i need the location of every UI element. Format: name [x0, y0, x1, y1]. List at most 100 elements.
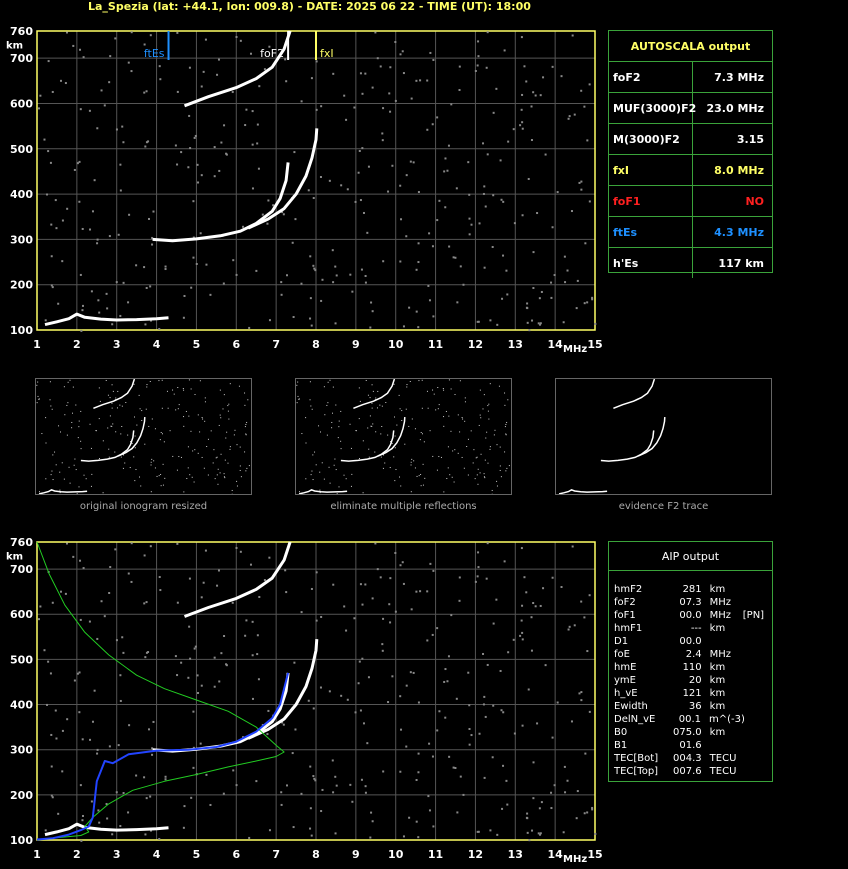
noise-dot: [235, 546, 238, 549]
noise-dot: [521, 214, 524, 217]
noise-dot: [225, 664, 228, 667]
noise-dot: [309, 297, 312, 300]
aip-title: AIP output: [609, 542, 772, 571]
thumb-noise: [66, 434, 68, 436]
noise-dot: [588, 710, 591, 713]
thumb-noise: [375, 397, 377, 399]
thumb-noise: [122, 467, 124, 469]
thumb-noise: [154, 428, 156, 430]
noise-dot: [436, 729, 439, 732]
noise-dot: [399, 770, 402, 773]
thumb-trace: [558, 488, 608, 494]
noise-dot: [500, 198, 503, 201]
x-tick-label: 14: [547, 848, 563, 861]
thumb-noise: [108, 456, 110, 458]
thumb-noise: [162, 484, 164, 486]
noise-dot: [374, 31, 377, 34]
y-tick-label: 700: [10, 563, 33, 576]
thumb-noise: [139, 476, 141, 478]
noise-dot: [248, 326, 251, 329]
thumb-noise: [75, 469, 77, 471]
thumb-noise: [231, 489, 233, 491]
noise-dot: [127, 301, 130, 304]
noise-dot: [81, 304, 84, 307]
noise-dot: [467, 671, 470, 674]
noise-dot: [591, 806, 594, 809]
noise-dot: [145, 90, 148, 93]
noise-dot: [532, 251, 535, 254]
noise-dot: [523, 576, 526, 579]
noise-dot: [115, 281, 118, 284]
noise-dot: [476, 64, 479, 67]
aip-cell: [743, 739, 772, 752]
noise-dot: [218, 680, 221, 683]
noise-dot: [542, 76, 545, 79]
thumb-noise: [423, 441, 425, 443]
noise-dot: [319, 176, 322, 179]
noise-dot: [176, 163, 179, 166]
thumb-noise: [177, 387, 179, 389]
thumb-noise: [236, 444, 238, 446]
noise-dot: [98, 821, 101, 824]
noise-dot: [106, 817, 109, 820]
thumb-noise: [245, 433, 247, 435]
noise-dot: [483, 695, 486, 698]
noise-dot: [176, 542, 179, 545]
noise-dot: [158, 65, 161, 68]
aip-cell: [743, 752, 772, 765]
noise-dot: [332, 281, 335, 284]
noise-dot: [117, 744, 120, 747]
thumb-noise: [77, 437, 79, 439]
aip-cell: [710, 739, 743, 752]
noise-dot: [309, 765, 312, 768]
trace-series: [152, 672, 290, 753]
thumb-noise: [191, 476, 193, 478]
noise-dot: [412, 671, 415, 674]
noise-dot: [526, 817, 529, 820]
noise-dot: [89, 228, 92, 231]
thumb-noise: [336, 493, 338, 494]
noise-dot: [51, 796, 54, 799]
aip-row: foF2 07.3 MHz: [609, 596, 772, 609]
noise-dot: [492, 704, 495, 707]
aip-cell: 110: [682, 662, 702, 673]
thumb-noise: [214, 478, 216, 480]
noise-dot: [143, 554, 146, 557]
noise-dot: [135, 774, 138, 777]
thumb-noise: [499, 446, 501, 448]
aip-cell: m^(-3): [709, 714, 745, 725]
noise-dot: [145, 651, 148, 654]
noise-dot: [307, 699, 310, 702]
noise-dot: [401, 50, 404, 53]
noise-dot: [332, 791, 335, 794]
thumb-noise: [315, 464, 317, 466]
noise-dot: [538, 807, 541, 810]
aip-cell: [743, 648, 772, 661]
noise-dot: [450, 103, 453, 106]
noise-dot: [115, 791, 118, 794]
noise-dot: [426, 79, 429, 82]
noise-dot: [556, 701, 559, 704]
noise-dot: [415, 310, 418, 313]
noise-dot: [65, 542, 68, 545]
thumb-noise: [380, 433, 382, 435]
thumb-noise: [483, 473, 485, 475]
noise-dot: [476, 575, 479, 578]
thumb-noise: [480, 453, 482, 455]
noise-dot: [499, 159, 502, 162]
noise-dot: [213, 685, 216, 688]
thumb-noise: [406, 384, 408, 386]
thumb-noise: [483, 394, 485, 396]
noise-dot: [354, 711, 357, 714]
noise-dot: [242, 225, 245, 228]
thumb-noise: [37, 395, 39, 397]
noise-dot: [594, 322, 597, 325]
aip-cell: km: [709, 662, 726, 673]
thumb-noise: [442, 388, 444, 390]
autoscala-value: 4.3 MHz: [714, 225, 764, 239]
noise-dot: [119, 314, 122, 317]
noise-dot: [119, 189, 122, 192]
thumb-noise: [437, 408, 439, 410]
thumb-noise: [112, 390, 114, 392]
noise-dot: [119, 824, 122, 827]
